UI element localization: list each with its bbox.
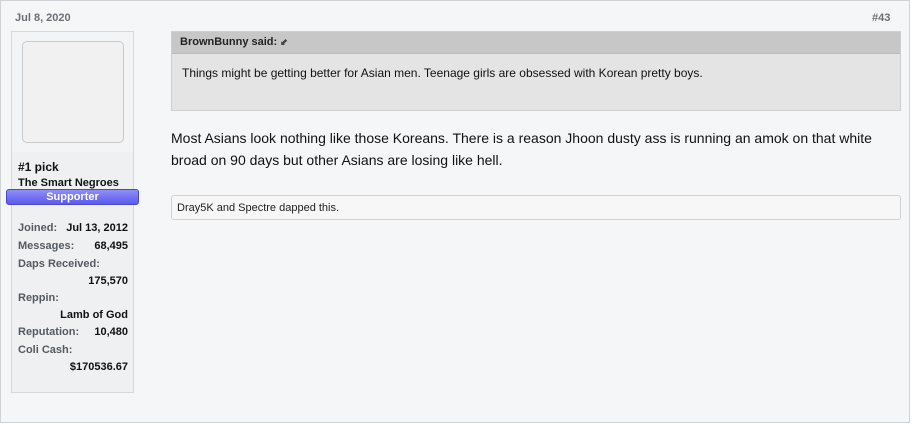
username-link[interactable]: #1 pick (18, 160, 59, 174)
post-message: Most Asians look nothing like those Kore… (171, 130, 872, 168)
stat-value: 10,480 (94, 326, 128, 338)
stat-value: $170536.67 (69, 361, 128, 373)
stat-daps-received: Daps Received: 175,570 (18, 258, 128, 292)
user-stats: Joined: Jul 13, 2012 Messages: 68,495 Da… (18, 222, 128, 378)
stat-value: Jul 13, 2012 (66, 222, 128, 234)
avatar[interactable] (22, 41, 124, 143)
stat-label: Joined: (18, 222, 58, 234)
stat-messages: Messages: 68,495 (18, 240, 128, 258)
quote-block: BrownBunny said: ⬋ Things might be gettin… (171, 31, 901, 111)
forum-post: Jul 8, 2020 #43 #1 pick The Smart Negroe… (0, 0, 910, 423)
post-number-link[interactable]: #43 (872, 12, 890, 24)
user-info-panel: #1 pick The Smart Negroes Supporter Join… (6, 31, 139, 393)
quote-link-arrow-icon[interactable]: ⬋ (280, 37, 288, 47)
avatar-container (12, 32, 133, 152)
stat-joined: Joined: Jul 13, 2012 (18, 222, 128, 240)
stat-label: Reppin: (18, 292, 59, 304)
stat-label: Coli Cash: (18, 344, 73, 356)
quote-author-link[interactable]: BrownBunny said: (180, 36, 277, 48)
stat-coli-cash: Coli Cash: $170536.67 (18, 344, 128, 378)
stat-value: Lamb of God (60, 309, 128, 321)
stat-label: Daps Received: (18, 258, 100, 270)
stat-reppin: Reppin: Lamb of God (18, 292, 128, 326)
quote-header: BrownBunny said: ⬋ (172, 32, 900, 54)
daps-summary[interactable]: Dray5K and Spectre dapped this. (171, 195, 901, 220)
post-date[interactable]: Jul 8, 2020 (15, 12, 71, 24)
stat-value: 175,570 (88, 275, 128, 287)
stat-label: Reputation: (18, 326, 80, 338)
stat-label: Messages: (18, 240, 75, 252)
stat-value[interactable]: 68,495 (94, 240, 128, 252)
supporter-banner: Supporter (6, 189, 139, 205)
quote-text: Things might be getting better for Asian… (182, 66, 703, 80)
user-title: The Smart Negroes (18, 177, 119, 189)
stat-reputation: Reputation: 10,480 (18, 326, 128, 344)
